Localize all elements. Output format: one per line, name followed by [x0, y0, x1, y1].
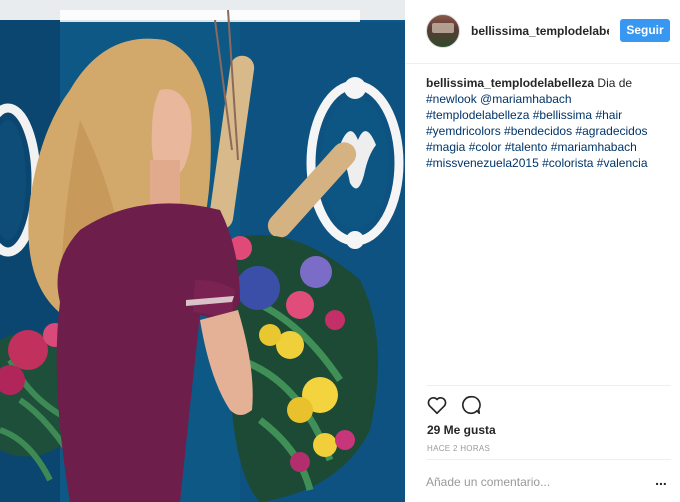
hashtag-link[interactable]: #valencia [597, 156, 648, 170]
caption-line: #yemdricolors #bendecidos #agradecidos [426, 123, 666, 139]
caption-line: bellissima_templodelabelleza Dia de [426, 75, 666, 91]
caption-username[interactable]: bellissima_templodelabelleza [426, 76, 594, 90]
hashtag-link[interactable]: #agradecidos [575, 124, 647, 138]
mention-link[interactable]: @mariamhabach [480, 92, 572, 106]
post-photo[interactable] [0, 0, 405, 502]
hashtag-link[interactable]: #bendecidos [504, 124, 572, 138]
comment-bubble-icon[interactable] [460, 394, 482, 416]
hashtag-link[interactable]: #hair [595, 108, 622, 122]
post-username[interactable]: bellissima_templodelabelleza [471, 24, 609, 38]
hashtag-link[interactable]: #colorista [542, 156, 593, 170]
post-header: bellissima_templodelabelleza Seguir [405, 0, 680, 64]
hashtag-link[interactable]: #templodelabelleza [426, 108, 529, 122]
hashtag-link[interactable]: #bellissima [533, 108, 592, 122]
hashtag-link[interactable]: #talento [505, 140, 548, 154]
follow-button[interactable]: Seguir [620, 19, 670, 42]
hashtag-link[interactable]: #newlook [426, 92, 477, 106]
caption-line: #magia #color #talento #mariamhabach [426, 139, 666, 155]
hashtag-link[interactable]: #magia [426, 140, 465, 154]
heart-icon[interactable] [426, 394, 448, 416]
hashtag-link[interactable]: #yemdricolors [426, 124, 501, 138]
more-options-icon[interactable]: ... [651, 472, 671, 492]
hashtag-link[interactable]: #color [469, 140, 502, 154]
comment-input[interactable] [426, 472, 646, 492]
caption-line: #templodelabelleza #bellissima #hair [426, 107, 666, 123]
post-timestamp: HACE 2 HORAS [427, 444, 491, 453]
caption-text: Dia de [594, 76, 633, 90]
post-photo-illustration [0, 0, 405, 502]
hashtag-link[interactable]: #missvenezuela2015 [426, 156, 539, 170]
avatar[interactable] [426, 14, 460, 48]
likes-count[interactable]: 29 Me gusta [427, 423, 496, 437]
post-caption: bellissima_templodelabelleza Dia de #newl… [426, 75, 666, 171]
divider [426, 459, 671, 460]
caption-line: #newlook @mariamhabach [426, 91, 666, 107]
hashtag-link[interactable]: #mariamhabach [551, 140, 637, 154]
caption-line: #missvenezuela2015 #colorista #valencia [426, 155, 666, 171]
divider [426, 385, 671, 386]
